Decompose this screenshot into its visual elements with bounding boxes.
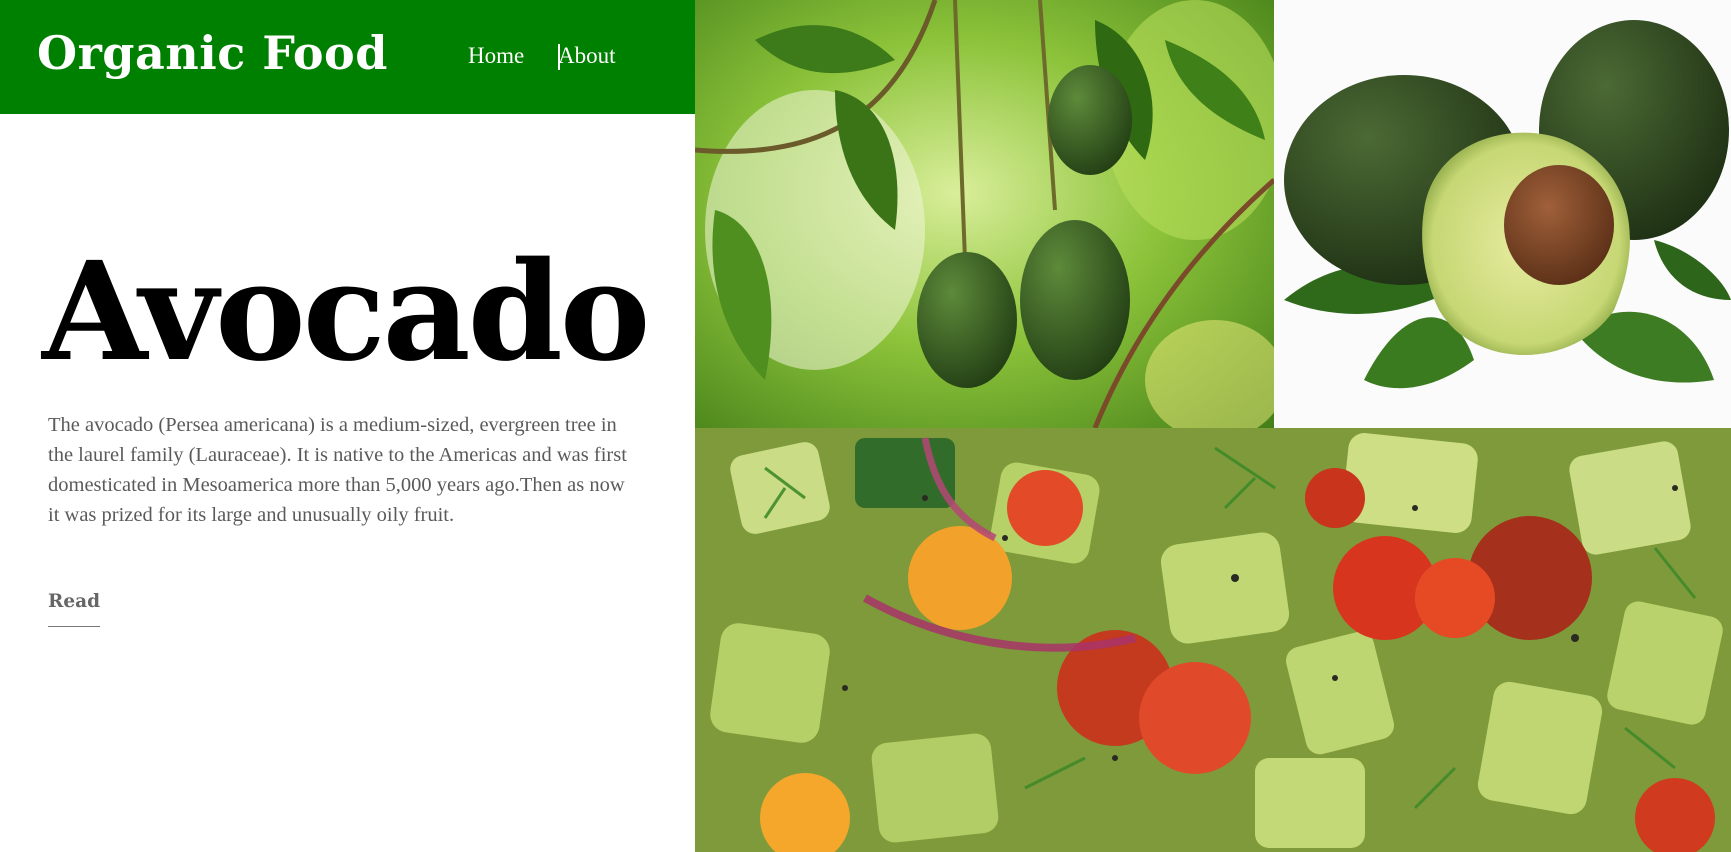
avocado-tree-photo	[695, 0, 1274, 428]
page-title: Avocado	[42, 232, 650, 392]
hero-description: The avocado (Persea americana) is a medi…	[48, 414, 627, 526]
nav-about-link[interactable]: About	[558, 43, 616, 69]
read-link[interactable]: Read	[48, 591, 101, 627]
avocado-salad-photo	[695, 428, 1731, 852]
site-header: Organic Food Home About	[0, 0, 695, 114]
nav-home-link[interactable]: Home	[468, 43, 524, 69]
brand-logo[interactable]: Organic Food	[37, 26, 388, 80]
avocado-halves-photo	[1274, 0, 1731, 428]
